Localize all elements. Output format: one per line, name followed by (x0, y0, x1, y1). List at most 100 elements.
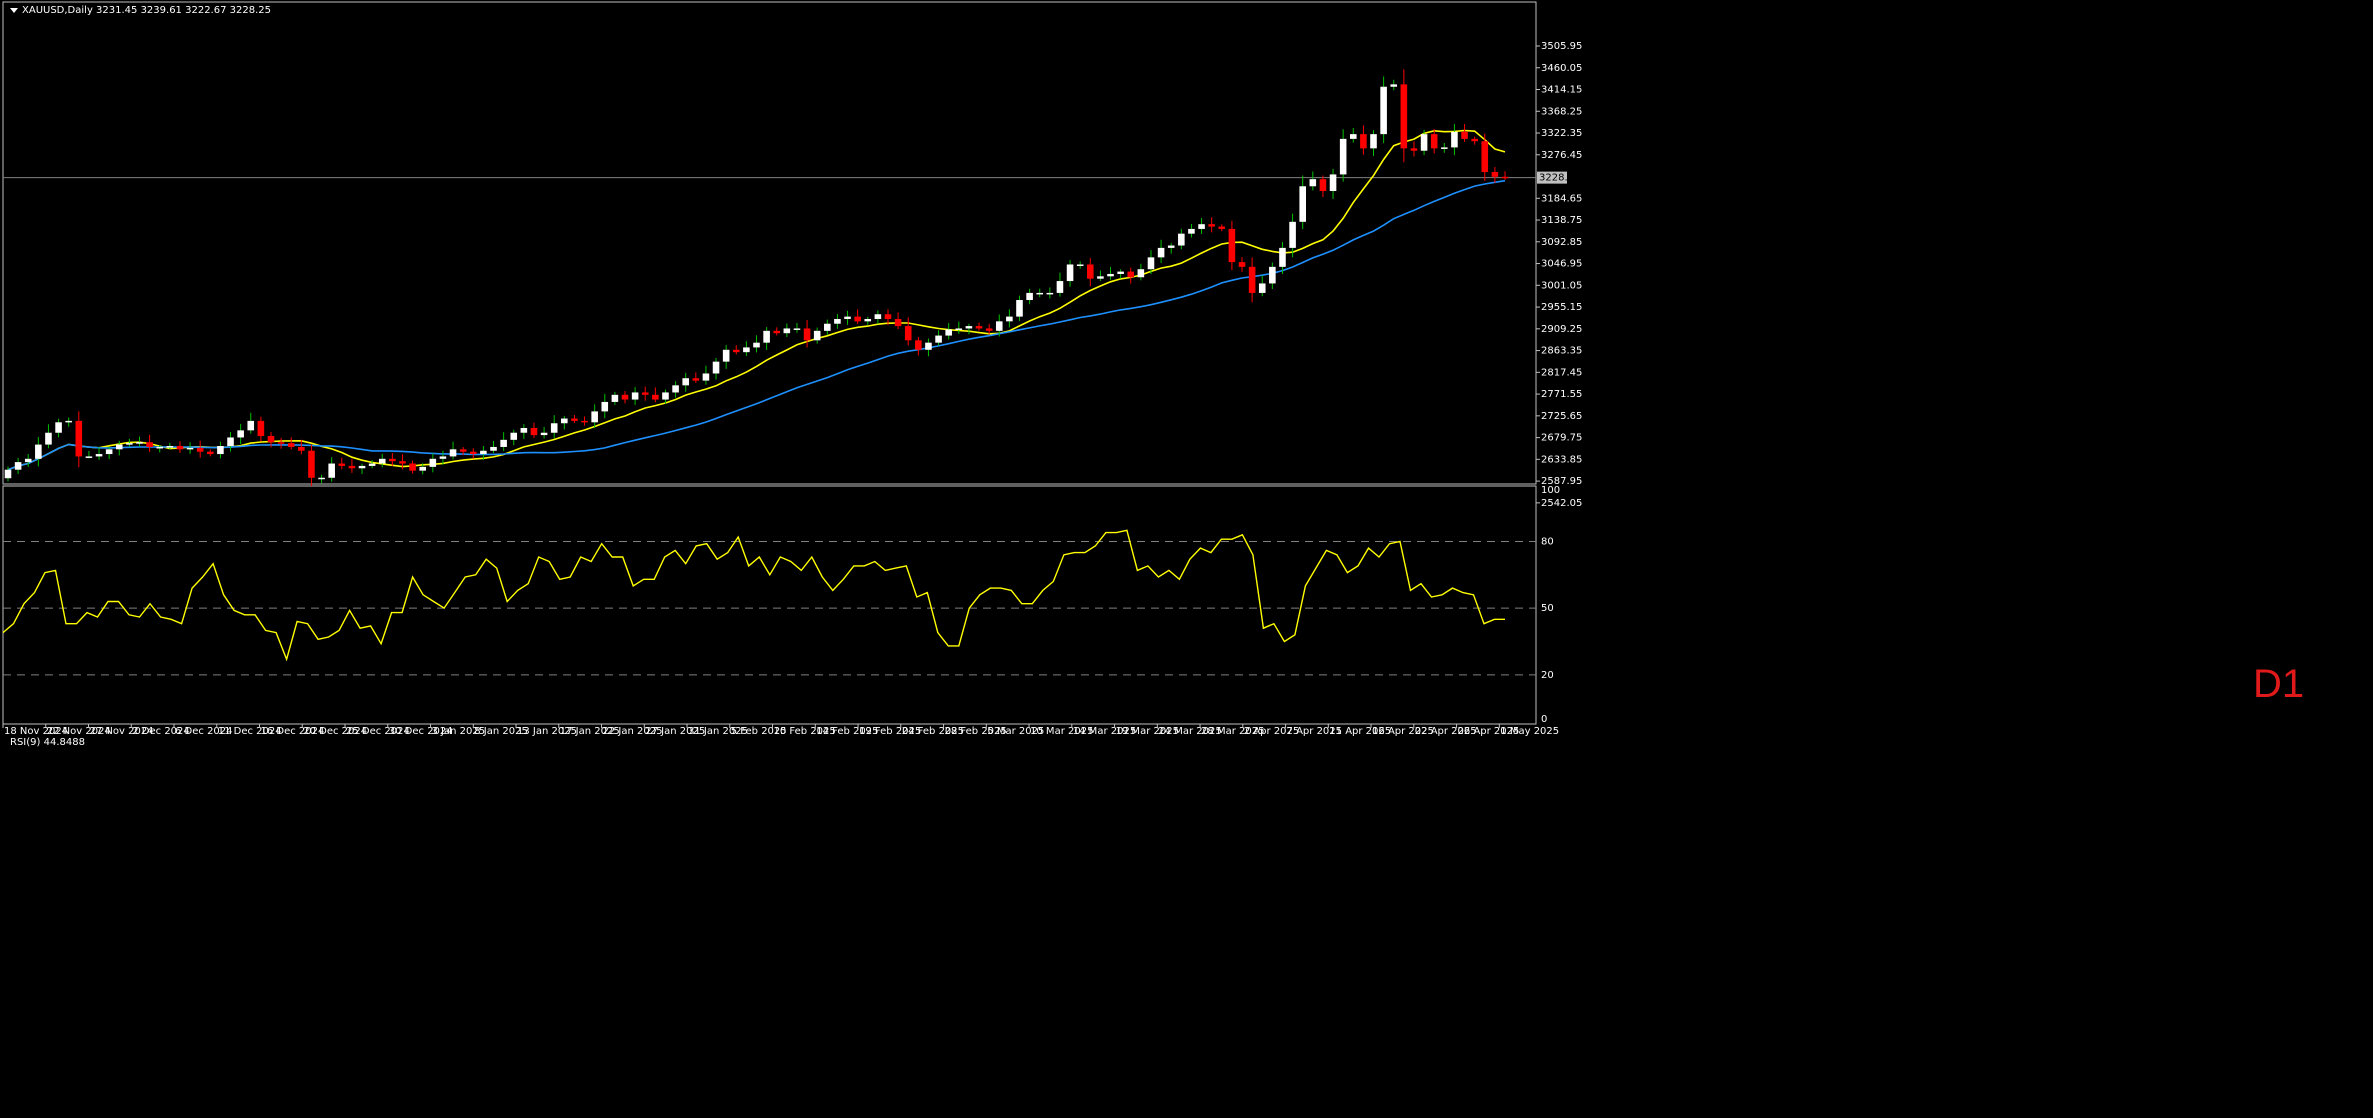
candle-body (449, 449, 457, 457)
candle (985, 323, 993, 335)
candle (1441, 142, 1448, 153)
candle-body (4, 469, 12, 479)
candle-body (955, 328, 963, 330)
candle (409, 460, 416, 474)
candle-body (1299, 186, 1306, 222)
candle (904, 317, 912, 346)
price-tick-label: 2817.45 (1541, 367, 1582, 378)
candle-body (1360, 134, 1367, 149)
candle-body (844, 316, 851, 319)
candle-body (1157, 247, 1165, 258)
candle-body (561, 418, 568, 424)
candle-body (1117, 271, 1124, 274)
candle-body (692, 378, 700, 381)
rsi-tick-label: 20 (1541, 670, 1554, 681)
candle-body (530, 427, 538, 436)
candle (783, 323, 791, 337)
candle (722, 344, 730, 369)
candle-body (136, 442, 143, 444)
timeframe-label: D1 (2253, 662, 2305, 706)
candle-body (945, 329, 952, 336)
candle-body (763, 330, 770, 343)
candle-body (146, 442, 153, 447)
candle (550, 415, 558, 439)
candle-body (641, 392, 649, 395)
candle-body (115, 444, 123, 450)
candle-body (459, 449, 467, 452)
moving-average-slow (7, 179, 1506, 471)
candle-body (813, 330, 821, 341)
candle (35, 436, 42, 467)
price-tick-label: 3414.15 (1541, 85, 1582, 96)
candle-body (368, 463, 376, 466)
collapse-triangle-icon[interactable] (10, 7, 18, 13)
candle-body (652, 394, 659, 400)
price-tick-label: 2771.55 (1541, 389, 1582, 400)
candle-body (753, 342, 760, 348)
candle-body (490, 446, 497, 451)
candle (763, 327, 770, 350)
candle-body (1178, 233, 1185, 246)
candle (500, 432, 507, 452)
candle (540, 426, 548, 439)
candle-body (257, 420, 265, 437)
candle-body (520, 427, 528, 433)
candle-body (834, 318, 841, 324)
price-tick-label: 3184.65 (1541, 193, 1582, 204)
candle-body (1087, 264, 1094, 279)
candle (854, 309, 861, 324)
candle (1076, 261, 1084, 269)
candle (1016, 295, 1023, 321)
symbol-header: XAUUSD,Daily 3231.45 3239.61 3222.67 322… (10, 5, 271, 16)
candle-body (348, 465, 356, 469)
candle-body (732, 349, 740, 353)
candle-body (35, 444, 42, 459)
candle (1087, 258, 1094, 287)
candle-body (126, 443, 133, 445)
candle-body (1188, 228, 1195, 234)
rsi-tick-label: 50 (1541, 603, 1554, 614)
candle-body (298, 446, 305, 451)
candle-body (105, 449, 113, 455)
candle-body (540, 432, 548, 436)
candle (1178, 228, 1185, 250)
candle-body (85, 456, 93, 458)
candle-body (1481, 141, 1489, 173)
candle (631, 387, 639, 405)
candle (1370, 130, 1377, 156)
price-tick-label: 3092.85 (1541, 237, 1582, 248)
candle-body (1066, 264, 1074, 282)
candle-body (581, 420, 588, 423)
candle (591, 404, 598, 429)
candle (864, 316, 872, 325)
candle (95, 447, 103, 460)
candle-body (854, 316, 861, 322)
rsi-tick-label: 80 (1541, 536, 1554, 547)
candle-body (1198, 224, 1205, 229)
candle-body (1451, 131, 1458, 148)
candle-body (1339, 138, 1347, 175)
candle (85, 450, 93, 459)
candle-body (1309, 179, 1317, 187)
candle-body (328, 463, 335, 478)
candle (308, 444, 315, 487)
candle-body (378, 458, 386, 464)
rsi-header: RSI(9) 44.8488 (10, 737, 85, 748)
candle-body (247, 420, 255, 431)
candle-body (611, 394, 619, 402)
candle-body (358, 465, 366, 469)
candle-body (925, 342, 932, 350)
candle (65, 417, 72, 427)
candle-body (550, 423, 558, 433)
candle (287, 437, 295, 450)
price-tick-label: 3001.05 (1541, 280, 1582, 291)
candle-body (743, 347, 750, 353)
candle-body (722, 349, 730, 362)
candle (1269, 262, 1276, 290)
candle (1400, 69, 1408, 163)
candle-body (196, 447, 204, 452)
rsi-panel-frame (2, 485, 1537, 725)
candle (1167, 243, 1175, 254)
candle (1451, 123, 1458, 156)
candle-body (975, 326, 983, 329)
